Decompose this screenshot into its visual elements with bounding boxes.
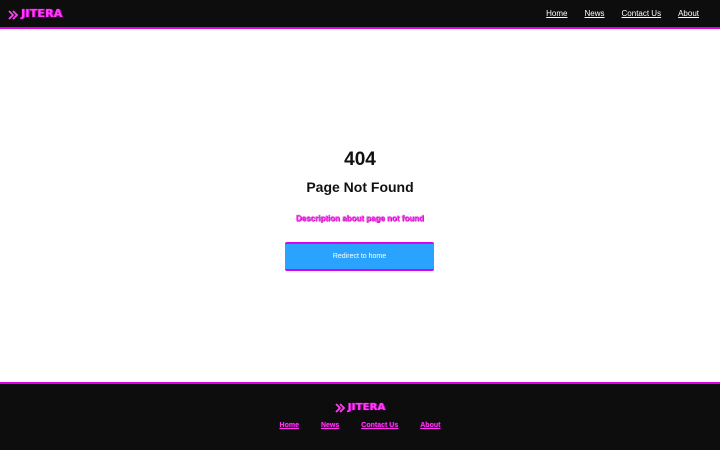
footer-link-contact-us[interactable]: Contact Us: [361, 422, 398, 429]
header-bar: JITERA Home News Contact Us About: [0, 0, 720, 29]
brand-name: JITERA: [21, 7, 63, 20]
nav-link-contact-us[interactable]: Contact Us: [622, 9, 662, 19]
error-code: 404: [344, 149, 376, 170]
page: JITERA Home News Contact Us About 404 Pa…: [0, 0, 720, 450]
nav-link-news[interactable]: News: [585, 9, 605, 19]
double-chevron-icon: [8, 8, 20, 20]
nav-link-about[interactable]: About: [678, 9, 699, 19]
footer-brand-name: JITERA: [347, 401, 386, 413]
nav-link-home[interactable]: Home: [546, 9, 567, 19]
footer-nav: Home News Contact Us About: [0, 422, 720, 429]
page-title: Page Not Found: [306, 179, 414, 195]
main-content: 404 Page Not Found Description about pag…: [0, 29, 720, 382]
header-logo[interactable]: JITERA: [8, 6, 62, 21]
footer-link-home[interactable]: Home: [280, 422, 299, 429]
error-description: Description about page not found: [296, 214, 424, 223]
footer-logo[interactable]: JITERA: [0, 401, 720, 413]
footer-link-about[interactable]: About: [420, 422, 440, 429]
header-nav: Home News Contact Us About: [529, 9, 699, 19]
footer-link-news[interactable]: News: [321, 422, 339, 429]
double-chevron-icon: [334, 401, 347, 413]
footer-bar: JITERA Home News Contact Us About: [0, 382, 720, 450]
redirect-home-button[interactable]: Redirect to home: [285, 242, 434, 271]
